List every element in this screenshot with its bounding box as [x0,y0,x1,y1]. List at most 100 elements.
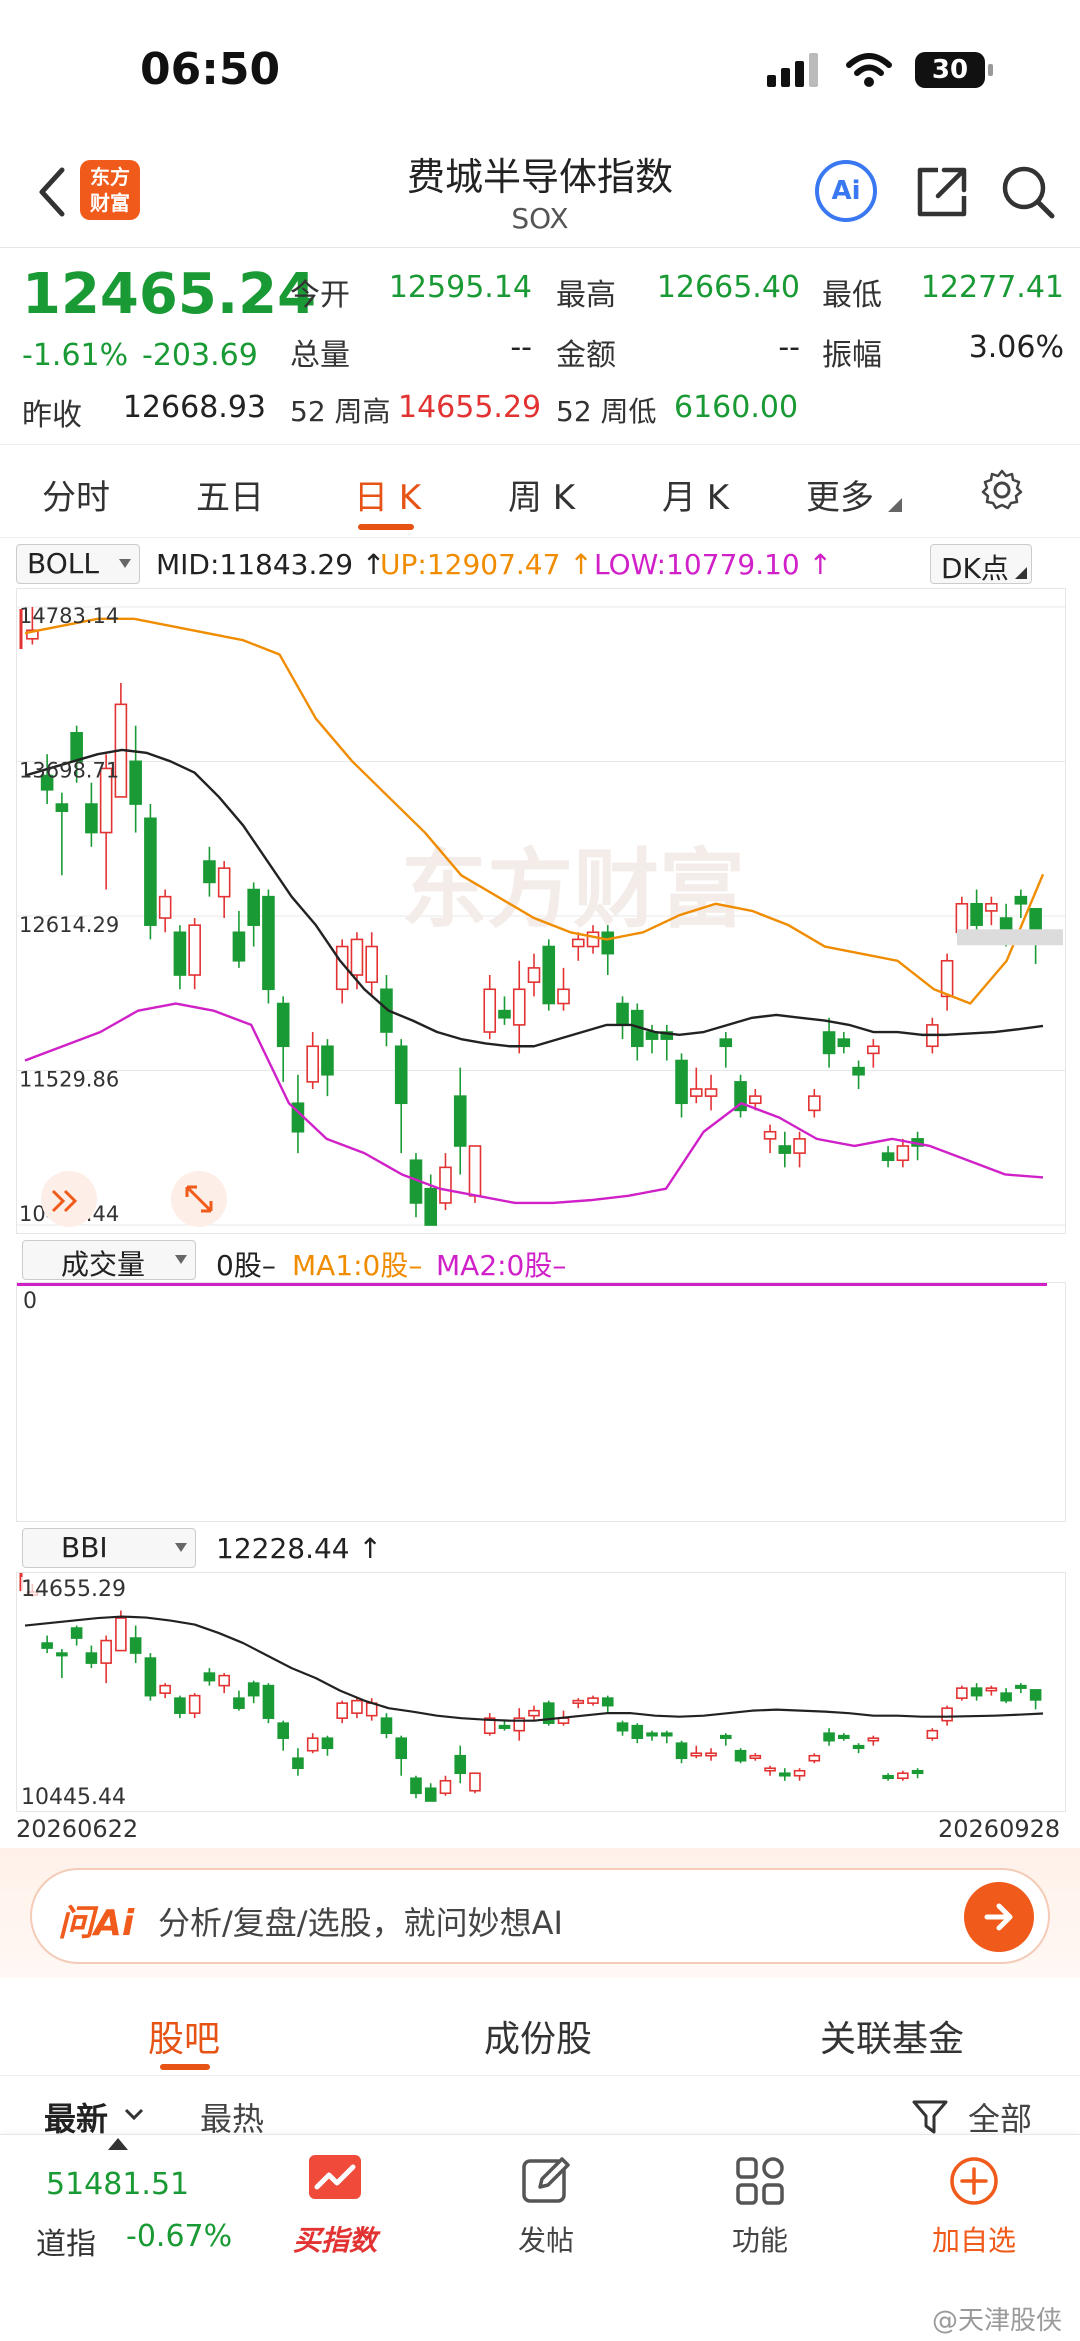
bbi-candle [764,1767,776,1772]
kline-candle [158,895,172,919]
bbi-candle [719,1734,732,1739]
change-abs: -203.69 [142,338,258,373]
y-tick-label: 12614.29 [19,913,119,937]
caret-down-icon [175,1543,187,1552]
kline-candle [749,1095,762,1105]
dow-change[interactable]: -0.67% [126,2219,232,2254]
tab-more[interactable]: 更多 [806,470,874,519]
bbi-candle [188,1694,201,1714]
kline-candle [188,924,201,976]
kline-candle [276,1002,290,1048]
kline-candle [512,988,526,1026]
volume-value: 0股– [216,1249,276,1282]
bbi-candle [292,1757,304,1770]
open-label: 今开 [290,278,350,313]
kline-candle [321,1045,334,1076]
bbi-candle [779,1772,791,1777]
bbi-candle [336,1702,349,1719]
kline-candle [55,803,69,812]
arrow-right-icon[interactable] [964,1882,1034,1952]
status-time: 06:50 [140,44,281,95]
bbi-candle [410,1777,422,1795]
bbi-indicator-select[interactable]: BBI [22,1528,196,1568]
volume-ma2: MA2:0股– [436,1249,567,1282]
main-indicator-select[interactable]: BOLL [16,544,140,584]
bbi-candle [616,1722,629,1732]
boll-mid: MID:11843.29 ↑ [156,548,386,581]
caret-down-icon [175,1255,187,1264]
volume-indicator-select[interactable]: 成交量 [22,1240,196,1281]
tab-forum[interactable]: 股吧 [148,2010,220,2062]
current-price-band [957,929,1063,946]
tab-five-day[interactable]: 五日 [196,470,264,519]
tab-related-funds[interactable]: 关联基金 [820,2010,964,2062]
bbi-candle [970,1687,983,1697]
bbi-candle [56,1652,68,1657]
ai-ask-placeholder: 分析/复盘/选股，就问妙想AI [158,1904,563,1942]
kline-candle [793,1138,806,1154]
bbi-candle [247,1682,260,1697]
grid-icon [732,2153,788,2209]
bbi-candle [705,1752,717,1757]
ai-button[interactable]: Ai [815,160,877,222]
amount-value: -- [778,330,800,365]
bbi-candle [601,1697,614,1707]
ai-ask-band: 问Ai 分析/复盘/选股，就问妙想AI [0,1848,1080,1978]
wifi-icon [846,53,892,87]
kline-candle [424,1187,438,1226]
bbi-candle [424,1787,437,1802]
bbi-svg [19,1573,1044,1802]
bbi-candle [469,1772,481,1792]
kline-candle [232,931,246,962]
nav-buy-index[interactable]: 买指数 [280,2153,390,2259]
bbi-candle [734,1749,747,1762]
kline-chart[interactable]: 东方财富14783.1413698.7112614.2911529.861044… [16,588,1066,1234]
kline-candle [970,902,983,926]
tab-daily-k[interactable]: 日 K [354,470,421,519]
last-price: 12465.24 [22,262,317,327]
nav-functions[interactable]: 功能 [710,2153,810,2259]
bbi-candle [277,1722,289,1739]
filter-icon[interactable] [912,2100,948,2134]
nav-add-watchlist[interactable]: 加自选 [914,2153,1034,2259]
bbi-top-label: 14655.29 [21,1577,126,1602]
bbi-chart[interactable]: 14655.29 10445.44 [16,1572,1066,1812]
kline-candle [601,931,615,955]
kline-candle [1014,895,1028,905]
kline-candle [852,1066,865,1076]
low-label: 最低 [822,278,882,313]
kline-candle [483,988,497,1033]
caret-down-icon [119,559,131,568]
low-value: 12277.41 [920,270,1064,305]
prev-close-value: 12668.93 [122,390,266,425]
tab-monthly-k[interactable]: 月 K [662,470,729,519]
gear-icon[interactable] [980,468,1024,512]
tab-constituents[interactable]: 成份股 [484,2010,592,2062]
dow-price[interactable]: 51481.51 [46,2167,189,2202]
bbi-candle [838,1734,850,1739]
tab-intraday[interactable]: 分时 [42,470,110,519]
kline-candle [571,938,585,948]
tab-weekly-k[interactable]: 周 K [508,470,575,519]
dow-label[interactable]: 道指 [36,2219,96,2263]
bbi-candle [144,1657,157,1697]
battery-icon: 30 [915,52,993,88]
dk-point-button[interactable]: DK点 [930,544,1032,585]
volume-chart[interactable]: 0 [16,1282,1066,1522]
bbi-indicator-label: BBI [61,1531,108,1564]
quote-panel: 12465.24 -1.61% -203.69 今开 12595.14 最高 1… [0,250,1080,445]
share-icon[interactable] [912,162,972,222]
bbi-candle [675,1742,688,1760]
nav-post[interactable]: 发帖 [496,2153,596,2259]
kline-candle [940,959,954,998]
kline-candle [365,945,379,983]
ai-ask-input[interactable]: 问Ai 分析/复盘/选股，就问妙想AI [30,1868,1050,1964]
prev-close-label: 昨收 [22,398,82,433]
kline-candle [542,945,556,1005]
search-icon[interactable] [998,162,1058,222]
high-value: 12665.40 [656,270,800,305]
active-subtab-underline [160,2064,210,2070]
volume-ma-line [17,1283,1047,1286]
bbi-candle [749,1754,762,1760]
open-value: 12595.14 [388,270,532,305]
